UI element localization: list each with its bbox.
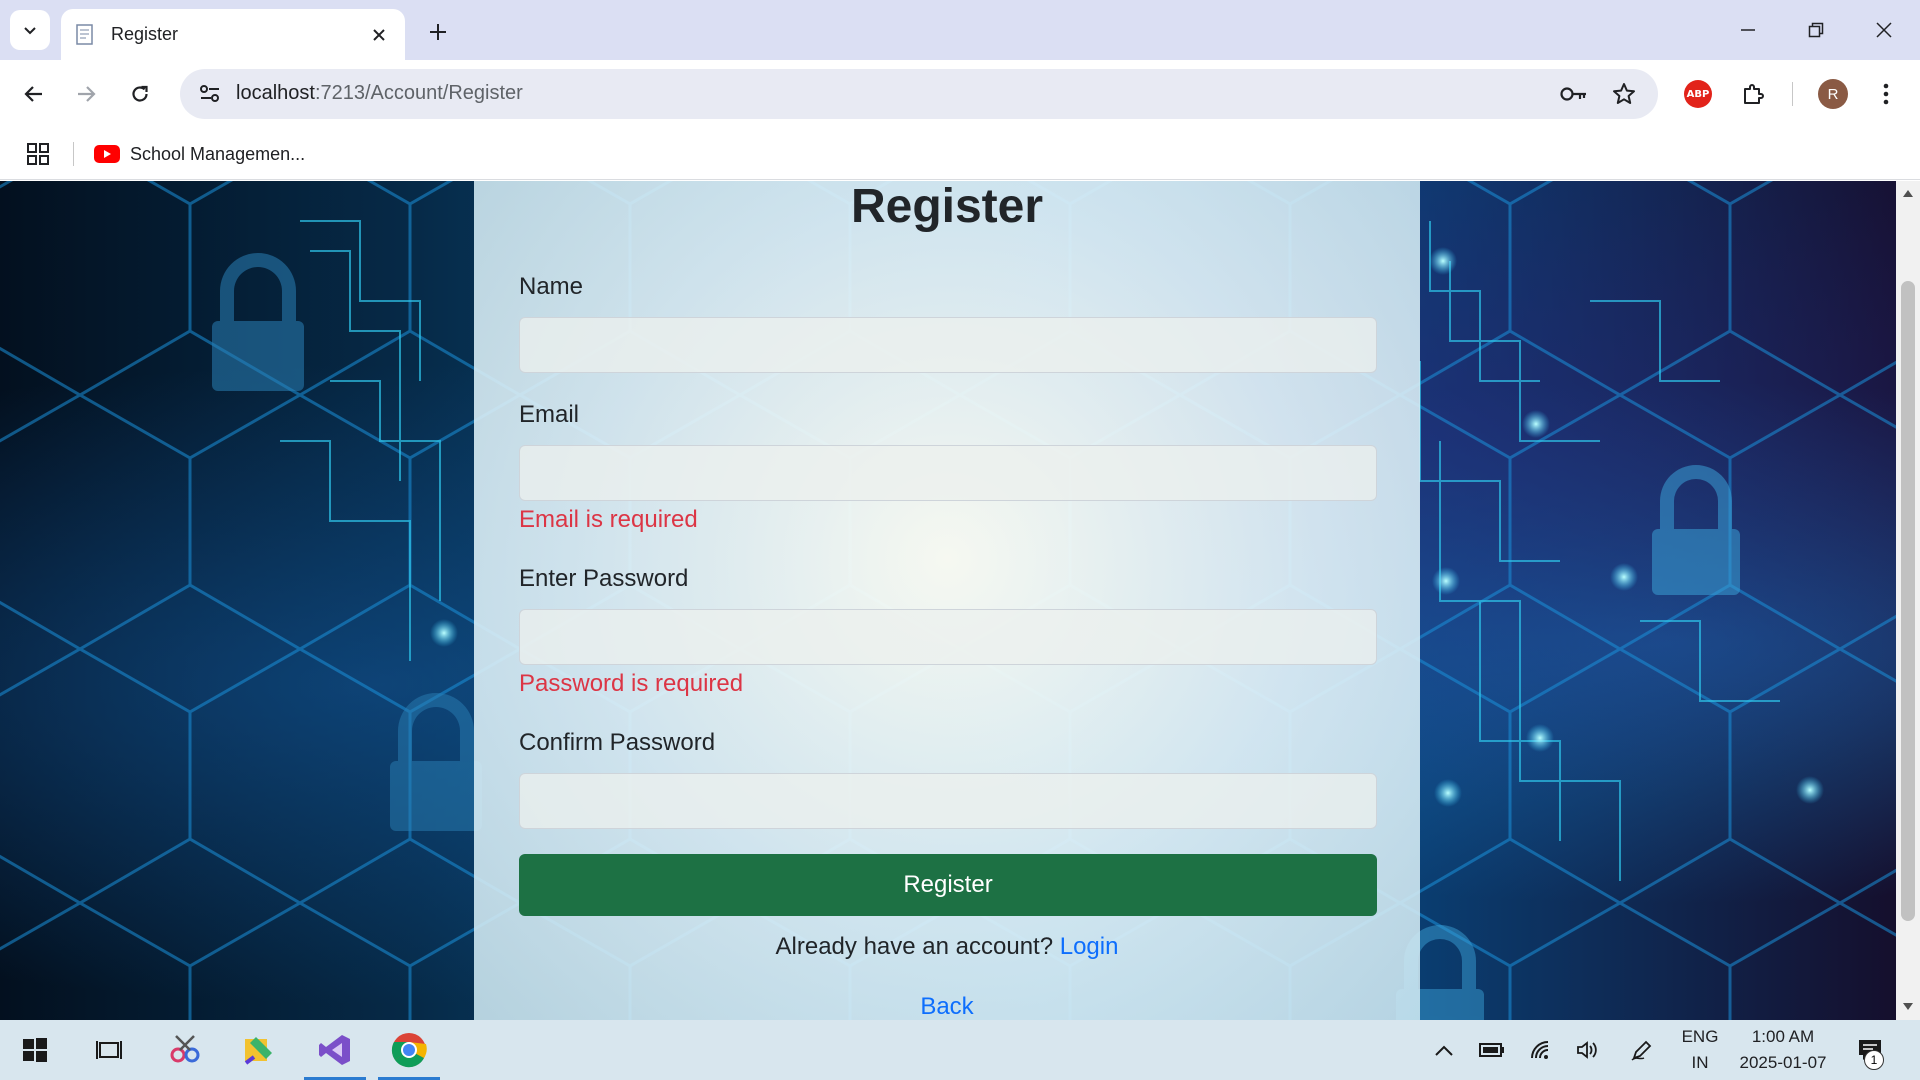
plus-icon [430, 24, 446, 40]
apps-grid-icon[interactable] [24, 140, 52, 168]
page-title: Register [850, 181, 1044, 233]
url-host: localhost [236, 82, 315, 104]
confirm-password-label: Confirm Password [519, 729, 716, 756]
toolbar-separator [1792, 82, 1793, 106]
back-arrow-icon [24, 86, 42, 102]
clock-time[interactable]: 1:00 AM [1732, 1027, 1834, 1047]
tab-list-button[interactable] [10, 10, 50, 50]
notification-badge: 1 [1864, 1050, 1884, 1070]
confirm-password-input[interactable] [519, 773, 1377, 829]
adblock-icon: ABP [1684, 80, 1712, 108]
name-label: Name [519, 273, 584, 300]
key-icon[interactable] [1558, 78, 1590, 110]
password-error: Password is required [519, 670, 744, 697]
new-tab-button[interactable] [420, 14, 456, 50]
scrollbar-thumb[interactable] [1901, 281, 1915, 921]
register-card: Register Name Email Email is required En… [474, 181, 1420, 1020]
close-icon [1876, 22, 1892, 38]
bookmark-label: School Managemen... [130, 143, 306, 164]
windows-start-icon[interactable] [0, 1020, 70, 1080]
back-button[interactable] [14, 74, 54, 114]
wifi-icon[interactable] [1526, 1038, 1554, 1062]
reload-icon [132, 85, 148, 102]
more-vert-icon [1883, 83, 1889, 105]
profile-button[interactable]: R [1813, 74, 1853, 114]
restore-button[interactable] [1794, 10, 1838, 50]
puzzle-icon [1744, 84, 1764, 104]
address-bar[interactable]: localhost:7213/Account/Register [180, 69, 1658, 119]
clock-date[interactable]: 2025-01-07 [1732, 1053, 1834, 1073]
menu-button[interactable] [1866, 74, 1906, 114]
minimize-button[interactable] [1726, 10, 1770, 50]
task-view-icon[interactable] [74, 1020, 144, 1080]
login-link[interactable]: Login [1060, 933, 1119, 960]
page-scrollbar[interactable] [1896, 181, 1920, 1020]
login-prompt: Already have an account? Login [474, 933, 1420, 961]
register-button[interactable]: Register [519, 854, 1377, 916]
bookmarks-bar: School Managemen... [0, 128, 1920, 180]
forward-button[interactable] [66, 74, 106, 114]
avatar: R [1818, 79, 1848, 109]
chevron-up-icon[interactable] [1430, 1038, 1458, 1062]
minimize-icon [1741, 29, 1755, 31]
volume-icon[interactable] [1574, 1038, 1602, 1062]
snipping-tool-icon[interactable] [150, 1020, 220, 1080]
url-text: localhost:7213/Account/Register [236, 82, 523, 105]
tab-strip: Register [0, 0, 1920, 60]
site-info-icon[interactable] [192, 76, 228, 112]
paint-app-icon[interactable] [224, 1020, 294, 1080]
email-input[interactable] [519, 445, 1377, 501]
battery-icon[interactable] [1478, 1038, 1506, 1062]
password-label: Enter Password [519, 565, 689, 592]
restore-icon [1808, 22, 1824, 38]
scroll-up-icon[interactable] [1902, 187, 1914, 199]
page-favicon-icon [73, 23, 97, 47]
chrome-icon[interactable] [374, 1020, 444, 1080]
reload-button[interactable] [120, 74, 160, 114]
chevron-down-icon [24, 27, 36, 35]
name-input[interactable] [519, 317, 1377, 373]
password-input[interactable] [519, 609, 1377, 665]
pen-icon[interactable] [1628, 1038, 1656, 1062]
email-error: Email is required [519, 506, 698, 533]
extensions-button[interactable] [1733, 74, 1773, 114]
youtube-icon [94, 145, 120, 163]
forward-arrow-icon [78, 86, 96, 102]
bookmark-school-management[interactable]: School Managemen... [94, 138, 305, 170]
windows-taskbar: ENG IN 1:00 AM 2025-01-07 1 [0, 1020, 1920, 1080]
language-top[interactable]: ENG [1674, 1027, 1726, 1047]
email-label: Email [519, 401, 580, 428]
adblock-extension[interactable]: ABP [1678, 74, 1718, 114]
scroll-down-icon[interactable] [1902, 1001, 1914, 1013]
login-prompt-text: Already have an account? [775, 933, 1054, 960]
visual-studio-icon[interactable] [300, 1020, 370, 1080]
page-viewport: Register Name Email Email is required En… [0, 181, 1896, 1020]
close-icon[interactable] [365, 21, 393, 49]
star-icon[interactable] [1608, 78, 1640, 110]
url-path: :7213/Account/Register [314, 82, 523, 104]
close-window-button[interactable] [1862, 10, 1906, 50]
tab-title: Register [111, 24, 179, 44]
bookmark-separator [73, 142, 74, 166]
back-link[interactable]: Back [474, 993, 1420, 1020]
language-bottom[interactable]: IN [1674, 1053, 1726, 1073]
browser-toolbar: localhost:7213/Account/Register ABP R [0, 60, 1920, 128]
tab-register[interactable]: Register [61, 9, 405, 60]
